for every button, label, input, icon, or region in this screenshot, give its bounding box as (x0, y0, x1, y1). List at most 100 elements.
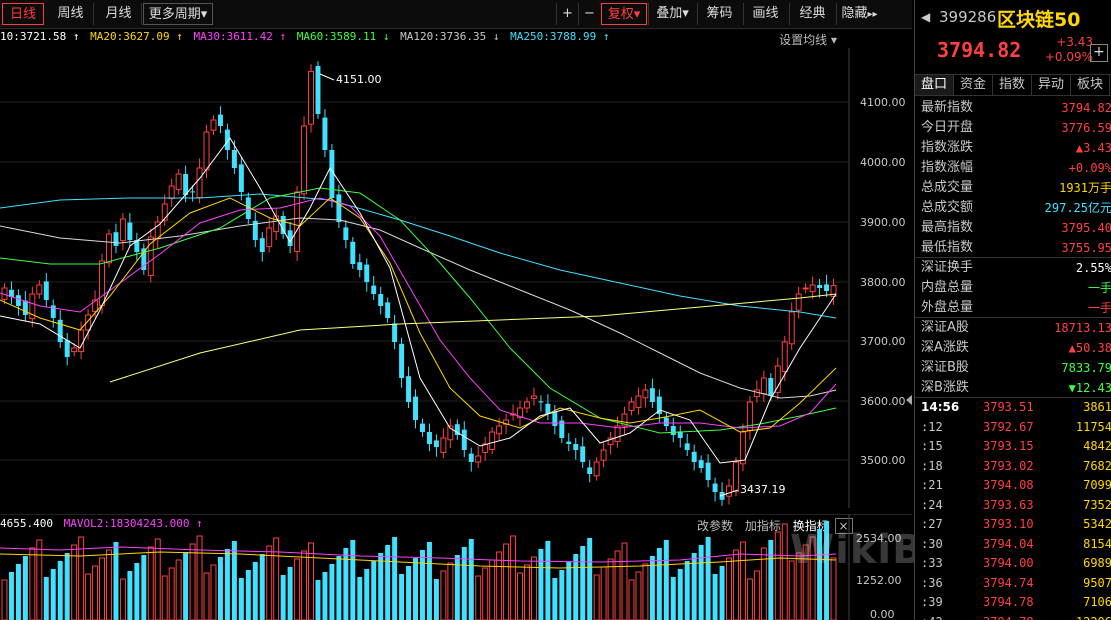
draw-line-button[interactable]: 画线 (743, 3, 787, 25)
candle-body (273, 215, 280, 233)
volume-bar (482, 567, 489, 620)
volume-bar (357, 577, 363, 620)
adjust-button[interactable]: 复权▾ (601, 3, 647, 25)
volume-bar (99, 557, 105, 620)
volume-bar (593, 574, 600, 620)
volume-bar (119, 578, 126, 620)
stat-value: 一手 (1087, 281, 1111, 295)
tab-more-periods[interactable]: 更多周期▾ (143, 3, 213, 25)
volume-bar (322, 572, 328, 620)
tick-price: 3793.02 (983, 458, 1034, 473)
tab-movement[interactable]: 异动 (1032, 75, 1071, 95)
volume-bar (259, 554, 265, 620)
hide-panel-button[interactable]: 隐藏▸▸ (836, 3, 882, 25)
candle-body (545, 403, 551, 414)
candle-body (552, 412, 558, 426)
volume-bar (559, 570, 565, 620)
volume-bar (684, 561, 690, 620)
candle-body (760, 377, 767, 395)
candle-body (587, 467, 593, 474)
low-price-label: 3437.19 (740, 483, 786, 496)
add-watchlist-button[interactable]: + (1090, 44, 1108, 62)
tick-time: :42 (921, 613, 943, 620)
ma-settings-button[interactable]: 设置均线 ▾ (779, 31, 837, 48)
overlay-button[interactable]: 叠加▾ (648, 3, 696, 25)
tab-sector[interactable]: 板块 (1071, 75, 1110, 95)
volume-bar (378, 553, 384, 620)
zoom-out-button[interactable]: − (578, 3, 600, 25)
candle-body (593, 461, 600, 477)
tab-index[interactable]: 指数 (993, 75, 1032, 95)
tick-time: :15 (921, 439, 943, 453)
tick-volume: 6989 (1083, 556, 1111, 570)
candle-body (426, 432, 432, 444)
volume-bar (621, 542, 628, 620)
candle-body (350, 241, 356, 264)
tick-row: :36 3794.74 9507 (915, 574, 1111, 593)
volume-chart[interactable]: 2534.00 1252.00 0.00 (0, 514, 912, 620)
volume-bar (468, 539, 474, 620)
stat-row: 外盘总量 一手 (921, 298, 1111, 318)
volume-bar (8, 572, 14, 620)
stat-label: 总成交量 (921, 180, 974, 195)
tab-funds[interactable]: 资金 (954, 75, 993, 95)
stat-label: 今日开盘 (921, 120, 974, 135)
candle-body (119, 218, 126, 242)
tick-time: :12 (921, 419, 943, 434)
classic-button[interactable]: 经典 (789, 3, 835, 25)
change-value: +3.43 (1056, 35, 1093, 49)
candle-body (64, 340, 70, 357)
tick-time: :33 (921, 556, 943, 570)
volume-bar (238, 578, 244, 620)
tick-row: :33 3794.00 6989 (915, 554, 1111, 573)
candle-body (43, 281, 49, 300)
tab-weekly[interactable]: 周线 (48, 3, 94, 25)
volume-bar (538, 549, 544, 620)
volume-bar (196, 535, 203, 620)
tab-daily[interactable]: 日线 (2, 3, 44, 25)
stat-label: 深证换手 (921, 260, 974, 275)
volume-bar (517, 572, 523, 620)
candle-body (231, 150, 237, 168)
volume-bar (524, 564, 530, 620)
tick-price: 3794.74 (983, 575, 1034, 590)
volume-bar (15, 564, 21, 620)
volume-bar (273, 537, 280, 620)
volume-bar (183, 552, 189, 620)
price-tick: 4000.00 (860, 156, 906, 169)
volume-bar (189, 543, 196, 620)
stat-label: 最低指数 (921, 240, 974, 255)
tick-row: :21 3794.08 7099 (915, 476, 1111, 495)
zoom-in-button[interactable]: + (556, 3, 578, 25)
tick-row: 14:56 3793.51 3861 (915, 398, 1111, 417)
volume-bar (350, 540, 356, 620)
overlay-label: 叠加 (656, 6, 683, 21)
volume-bar (294, 558, 301, 620)
candle-body (524, 401, 530, 409)
index-name: 区块链50 (997, 9, 1081, 31)
tick-time: :21 (921, 478, 943, 492)
tab-monthly[interactable]: 月线 (96, 3, 142, 25)
price-axis: 4100.00 4000.00 3900.00 3800.00 3700.00 … (860, 96, 906, 467)
candle-body (726, 485, 732, 497)
candle-body (315, 66, 321, 114)
volume-bar (1, 579, 8, 620)
candle-body (461, 429, 467, 450)
chip-button[interactable]: 筹码 (697, 3, 741, 25)
volume-bar (496, 551, 503, 620)
volume-bar (503, 543, 510, 620)
tab-order-book[interactable]: 盘口 (915, 75, 954, 95)
volume-bar (635, 571, 642, 620)
candle-body (420, 423, 425, 432)
divider (915, 257, 1111, 258)
stat-label: 最高指数 (921, 220, 974, 235)
candle-body (210, 119, 217, 131)
arrow-left-icon[interactable]: ◀ (921, 10, 930, 24)
candlestick-chart[interactable]: 4100.00 4000.00 3900.00 3800.00 3700.00 … (0, 48, 912, 508)
axis-marker-icon (906, 395, 912, 405)
candle-body (698, 460, 704, 468)
volume-bar (600, 566, 607, 620)
tick-row: :42 3794.78 12206 (915, 613, 1111, 620)
volume-bar (663, 540, 669, 620)
stat-value: 297.25亿元 (1044, 201, 1111, 215)
